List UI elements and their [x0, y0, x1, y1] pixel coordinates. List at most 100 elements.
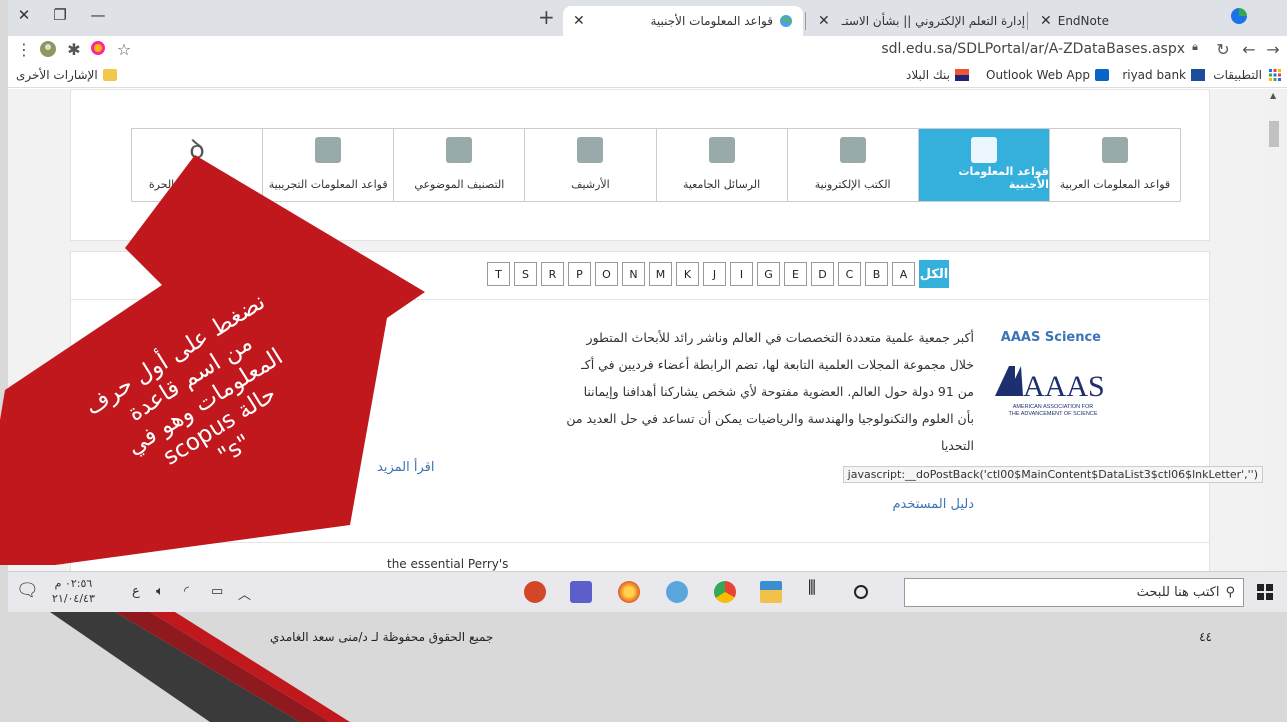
endnote-extension-icon[interactable] [1230, 7, 1248, 25]
description-line: خلال مجموعة المجلات العلمية التابعة لها،… [581, 357, 974, 372]
letter-button-g[interactable]: G [757, 262, 780, 286]
firefox-icon[interactable] [618, 581, 640, 603]
category-theses[interactable]: الرسائل الجامعية [655, 129, 787, 201]
search-icon: ⚲ [1225, 585, 1235, 600]
description-line: التحديا [941, 438, 974, 453]
status-bar-url: javascript:__doPostBack('ctl00$MainConte… [842, 466, 1263, 483]
category-tabs: قواعد المعلومات العربية قواعد المعلومات … [131, 128, 1181, 202]
task-view-icon[interactable]: ⫼ [808, 578, 830, 600]
cortana-icon[interactable] [854, 585, 868, 599]
category-subject[interactable]: التصنيف الموضوعي [393, 129, 524, 201]
page-scrollbar[interactable]: ▲ [1263, 89, 1287, 571]
bookmark-apps[interactable]: التطبيقات [1213, 68, 1281, 82]
category-label: الأرشيف [571, 178, 610, 191]
bookmark-label: riyad bank [1122, 68, 1186, 82]
other-bookmarks-label: الإشارات الأخرى [16, 68, 98, 82]
letter-button-r[interactable]: R [541, 262, 564, 286]
category-trial-db[interactable]: قواعد المعلومات التجريبية [262, 129, 393, 201]
teams-icon[interactable] [570, 581, 592, 603]
reload-icon[interactable]: ↻ [1213, 40, 1233, 59]
letter-button-n[interactable]: N [622, 262, 645, 286]
slide: ✕ ❐ — + قواعد المعلومات الأجنبية ✕ إدارة… [0, 0, 1287, 722]
letter-button-o[interactable]: O [595, 262, 618, 286]
minimize-window-icon[interactable]: — [84, 6, 112, 24]
tab-foreign-databases[interactable]: قواعد المعلومات الأجنبية ✕ [563, 6, 803, 36]
aaas-logo[interactable]: AAAS AMERICAN ASSOCIATION FOR THE ADVANC… [993, 352, 1113, 422]
zoom-icon[interactable] [666, 581, 688, 603]
category-foreign-db[interactable]: قواعد المعلومات الأجنبية [917, 129, 1049, 201]
notifications-icon[interactable]: 🗨︎ [16, 580, 39, 601]
input-language[interactable]: ع [132, 584, 140, 599]
scrollbar-thumb[interactable] [1269, 121, 1279, 147]
search-placeholder: اكتب هنا للبحث [1136, 585, 1220, 600]
tab-elearning[interactable]: إدارة التعلم الإلكتروني || بشأن الاستـ ✕ [808, 6, 1026, 36]
file-explorer-icon[interactable] [760, 581, 782, 603]
address-toolbar: ⋮ ✱ ☆ sdl.edu.sa/SDLPortal/ar/A-ZDataBas… [8, 36, 1287, 64]
letter-all-button[interactable]: الكل [919, 260, 949, 288]
letter-button-s[interactable]: S [514, 262, 537, 286]
letter-button-i[interactable]: I [730, 262, 753, 286]
letter-button-m[interactable]: M [649, 262, 672, 286]
profile-avatar-icon[interactable] [38, 40, 58, 62]
forward-arrow-icon[interactable]: → [1263, 40, 1283, 59]
tab-separator [805, 12, 806, 30]
powerpoint-icon[interactable] [524, 581, 546, 603]
category-open-resources[interactable]: ꝺ محرك المصادر الحرة [132, 129, 262, 201]
arabic-db-icon [1101, 137, 1128, 163]
bookmark-label: التطبيقات [1213, 68, 1262, 82]
letter-button-j[interactable]: J [703, 262, 726, 286]
category-archive[interactable]: الأرشيف [524, 129, 655, 201]
letter-filter: الكل ABCDEGIJKMNOPRST [487, 260, 949, 288]
extension-icon[interactable] [88, 40, 108, 60]
new-tab-button[interactable]: + [538, 5, 555, 29]
back-arrow-icon[interactable]: ← [1239, 40, 1259, 59]
database-title[interactable]: AAAS Science [1001, 330, 1101, 345]
close-tab-icon[interactable]: ✕ [1040, 13, 1052, 29]
bookmark-riyad-bank[interactable]: riyad bank [1122, 68, 1205, 82]
read-more-link[interactable]: اقرأ المزيد [377, 460, 434, 475]
tab-endnote[interactable]: ✕ EndNote [1030, 6, 1152, 36]
letter-button-c[interactable]: C [838, 262, 861, 286]
show-hidden-icons[interactable]: ︿ [238, 584, 251, 603]
letter-button-t[interactable]: T [487, 262, 510, 286]
category-label: قواعد المعلومات الأجنبية [958, 165, 1049, 191]
letter-button-a[interactable]: A [892, 262, 915, 286]
bookmark-albilad[interactable]: بنك البلاد [906, 68, 969, 82]
tab-title: إدارة التعلم الإلكتروني || بشأن الاستـ [841, 14, 1026, 28]
scroll-up-icon[interactable]: ▲ [1270, 91, 1276, 100]
volume-icon[interactable]: 🔈︎ [156, 584, 164, 599]
letter-button-p[interactable]: P [568, 262, 591, 286]
description-line: من 91 دولة حول العالم. العضوية مفتوحة لأ… [583, 384, 974, 399]
taskbar-clock[interactable]: ٠٢:٥٦ م ٢١/٠٤/٤٣ [52, 576, 95, 606]
letter-button-e[interactable]: E [784, 262, 807, 286]
category-label: التصنيف الموضوعي [414, 178, 505, 191]
tab-title: قواعد المعلومات الأجنبية [650, 14, 773, 28]
close-window-icon[interactable]: ✕ [10, 6, 38, 24]
chrome-icon[interactable] [714, 581, 736, 603]
menu-dots-icon[interactable]: ⋮ [14, 40, 34, 59]
apps-grid-icon [1267, 69, 1281, 81]
letter-button-k[interactable]: K [676, 262, 699, 286]
ebook-icon [839, 137, 866, 163]
extensions-puzzle-icon[interactable]: ✱ [64, 40, 84, 59]
wifi-icon[interactable]: ◜ [184, 584, 189, 599]
tab-separator [1027, 12, 1028, 30]
bookmark-star-icon[interactable]: ☆ [114, 40, 134, 59]
restore-window-icon[interactable]: ❐ [46, 6, 74, 24]
url-text[interactable]: sdl.edu.sa/SDLPortal/ar/A-ZDataBases.asp… [881, 41, 1185, 57]
database-description: أكبر جمعية علمية متعددة التخصصات في العا… [414, 324, 974, 459]
other-bookmarks[interactable]: الإشارات الأخرى [16, 68, 117, 82]
battery-icon[interactable]: ▭ [211, 584, 223, 599]
taskbar-search-input[interactable]: ⚲ اكتب هنا للبحث [904, 578, 1244, 607]
windows-start-icon[interactable] [1257, 584, 1273, 600]
close-tab-icon[interactable]: ✕ [818, 13, 830, 29]
letter-button-b[interactable]: B [865, 262, 888, 286]
description-line: بأن العلوم والتكنولوجيا والهندسة والرياض… [566, 411, 974, 426]
svg-text:AAAS: AAAS [1023, 370, 1105, 403]
bookmark-outlook[interactable]: Outlook Web App [986, 68, 1109, 82]
category-ebooks[interactable]: الكتب الإلكترونية [786, 129, 918, 201]
letter-button-d[interactable]: D [811, 262, 834, 286]
close-tab-icon[interactable]: ✕ [573, 13, 585, 29]
user-guide-link[interactable]: دليل المستخدم [892, 497, 974, 512]
category-arabic-db[interactable]: قواعد المعلومات العربية [1048, 129, 1180, 201]
